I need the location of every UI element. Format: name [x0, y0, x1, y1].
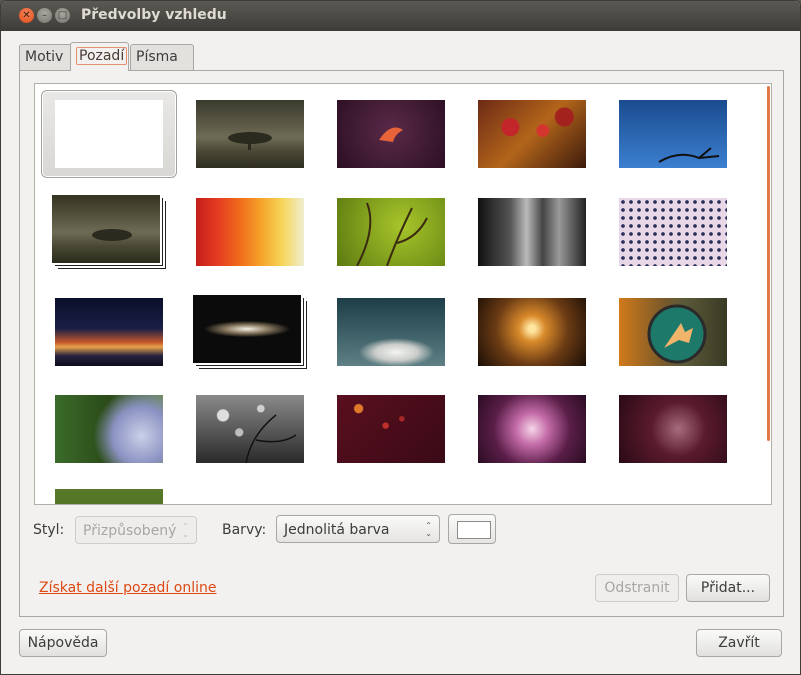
- wallpaper-image-field: [478, 298, 586, 366]
- wallpaper-image-galaxy: [193, 295, 301, 363]
- style-combo[interactable]: Přizpůsobený ⌃ ⌄: [75, 516, 197, 544]
- wallpaper-gallery[interactable]: [34, 83, 772, 505]
- wallpaper-thumb[interactable]: [478, 198, 586, 266]
- style-label: Styl:: [33, 522, 65, 538]
- tab-pisma[interactable]: Písma: [130, 44, 194, 70]
- wallpaper-thumb[interactable]: [619, 298, 727, 366]
- wallpaper-thumb[interactable]: [55, 298, 163, 366]
- wallpaper-thumb[interactable]: [55, 395, 163, 463]
- style-combo-value: Přizpůsobený: [83, 523, 177, 539]
- wallpaper-thumb[interactable]: [193, 295, 301, 363]
- tab-pisma-label: Písma: [136, 49, 178, 65]
- colors-combo-value: Jednolitá barva: [284, 522, 390, 538]
- color-swatch: [457, 521, 491, 539]
- colors-combo[interactable]: Jednolitá barva ⌃ ⌄: [276, 515, 440, 543]
- wallpaper-image-fabric: [196, 198, 304, 266]
- wallpaper-image-clouds: [337, 298, 445, 366]
- wallpaper-image-arrow-sign: [619, 298, 727, 366]
- add-button[interactable]: Přidat...: [686, 574, 770, 602]
- window-title: Předvolby vzhledu: [81, 7, 227, 23]
- remove-button[interactable]: Odstranit: [595, 574, 679, 602]
- wallpaper-thumb[interactable]: [619, 100, 727, 168]
- wallpaper-thumb[interactable]: [619, 198, 727, 266]
- wallpaper-image-bokeh: [196, 395, 304, 463]
- wallpaper-thumb[interactable]: [337, 395, 445, 463]
- wallpaper-thumb[interactable]: [55, 100, 163, 168]
- colors-label: Barvy:: [222, 522, 267, 538]
- wallpaper-image-bird: [337, 100, 445, 168]
- wallpaper-thumb[interactable]: [55, 489, 163, 504]
- tab-pozadi[interactable]: Pozadí: [70, 42, 129, 71]
- wallpaper-image-dots: [619, 198, 727, 266]
- wallpaper-thumb[interactable]: [196, 395, 304, 463]
- wallpaper-image-berries: [478, 100, 586, 168]
- close-window-icon[interactable]: ✕: [19, 8, 34, 23]
- maximize-window-icon[interactable]: □: [55, 8, 70, 23]
- tab-motiv-label: Motiv: [25, 49, 64, 65]
- minimize-window-icon[interactable]: –: [37, 8, 52, 23]
- wallpaper-image-drops: [55, 395, 163, 463]
- wallpaper-thumb[interactable]: [196, 198, 304, 266]
- wallpaper-thumb[interactable]: [619, 395, 727, 463]
- tab-pozadi-label: Pozadí: [76, 47, 128, 65]
- wallpaper-image-red-bokeh: [337, 395, 445, 463]
- wallpaper-thumb[interactable]: [337, 298, 445, 366]
- wallpaper-image-pink-light: [478, 395, 586, 463]
- wallpaper-image-green-branches: [337, 198, 445, 266]
- get-more-backgrounds-link[interactable]: Získat další pozadí online: [39, 580, 216, 596]
- wallpaper-thumb[interactable]: [478, 298, 586, 366]
- wallpaper-thumb[interactable]: [478, 395, 586, 463]
- wallpaper-image-sunset: [55, 298, 163, 366]
- wallpaper-thumb[interactable]: [196, 100, 304, 168]
- color-picker-button[interactable]: [448, 514, 496, 544]
- gallery-scrollbar[interactable]: [767, 86, 770, 441]
- wallpaper-image-tree-slideshow: [52, 195, 160, 263]
- wallpaper-image-buildings: [478, 198, 586, 266]
- appearance-window: ✕ – □ Předvolby vzhledu Motiv Pozadí Pís…: [0, 0, 801, 675]
- spin-arrows-icon: ⌃ ⌄: [182, 522, 189, 539]
- tab-motiv[interactable]: Motiv: [19, 44, 74, 70]
- titlebar: ✕ – □ Předvolby vzhledu: [1, 1, 800, 31]
- wallpaper-thumb[interactable]: [478, 100, 586, 168]
- background-panel: Styl: Přizpůsobený ⌃ ⌄ Barvy: Jednolitá b…: [19, 70, 784, 617]
- wallpaper-thumb[interactable]: [337, 100, 445, 168]
- wallpaper-thumb[interactable]: [337, 198, 445, 266]
- wallpaper-thumb[interactable]: [52, 195, 160, 263]
- wallpaper-image-tree: [196, 100, 304, 168]
- close-button[interactable]: Zavřít: [696, 629, 782, 657]
- wallpaper-image-aubergine: [619, 395, 727, 463]
- spin-arrows-icon: ⌃ ⌄: [425, 521, 432, 538]
- wallpaper-image-green-partial: [55, 489, 163, 504]
- wallpaper-image-blank: [55, 100, 163, 168]
- help-button[interactable]: Nápověda: [19, 629, 107, 657]
- wallpaper-image-bluesky: [619, 100, 727, 168]
